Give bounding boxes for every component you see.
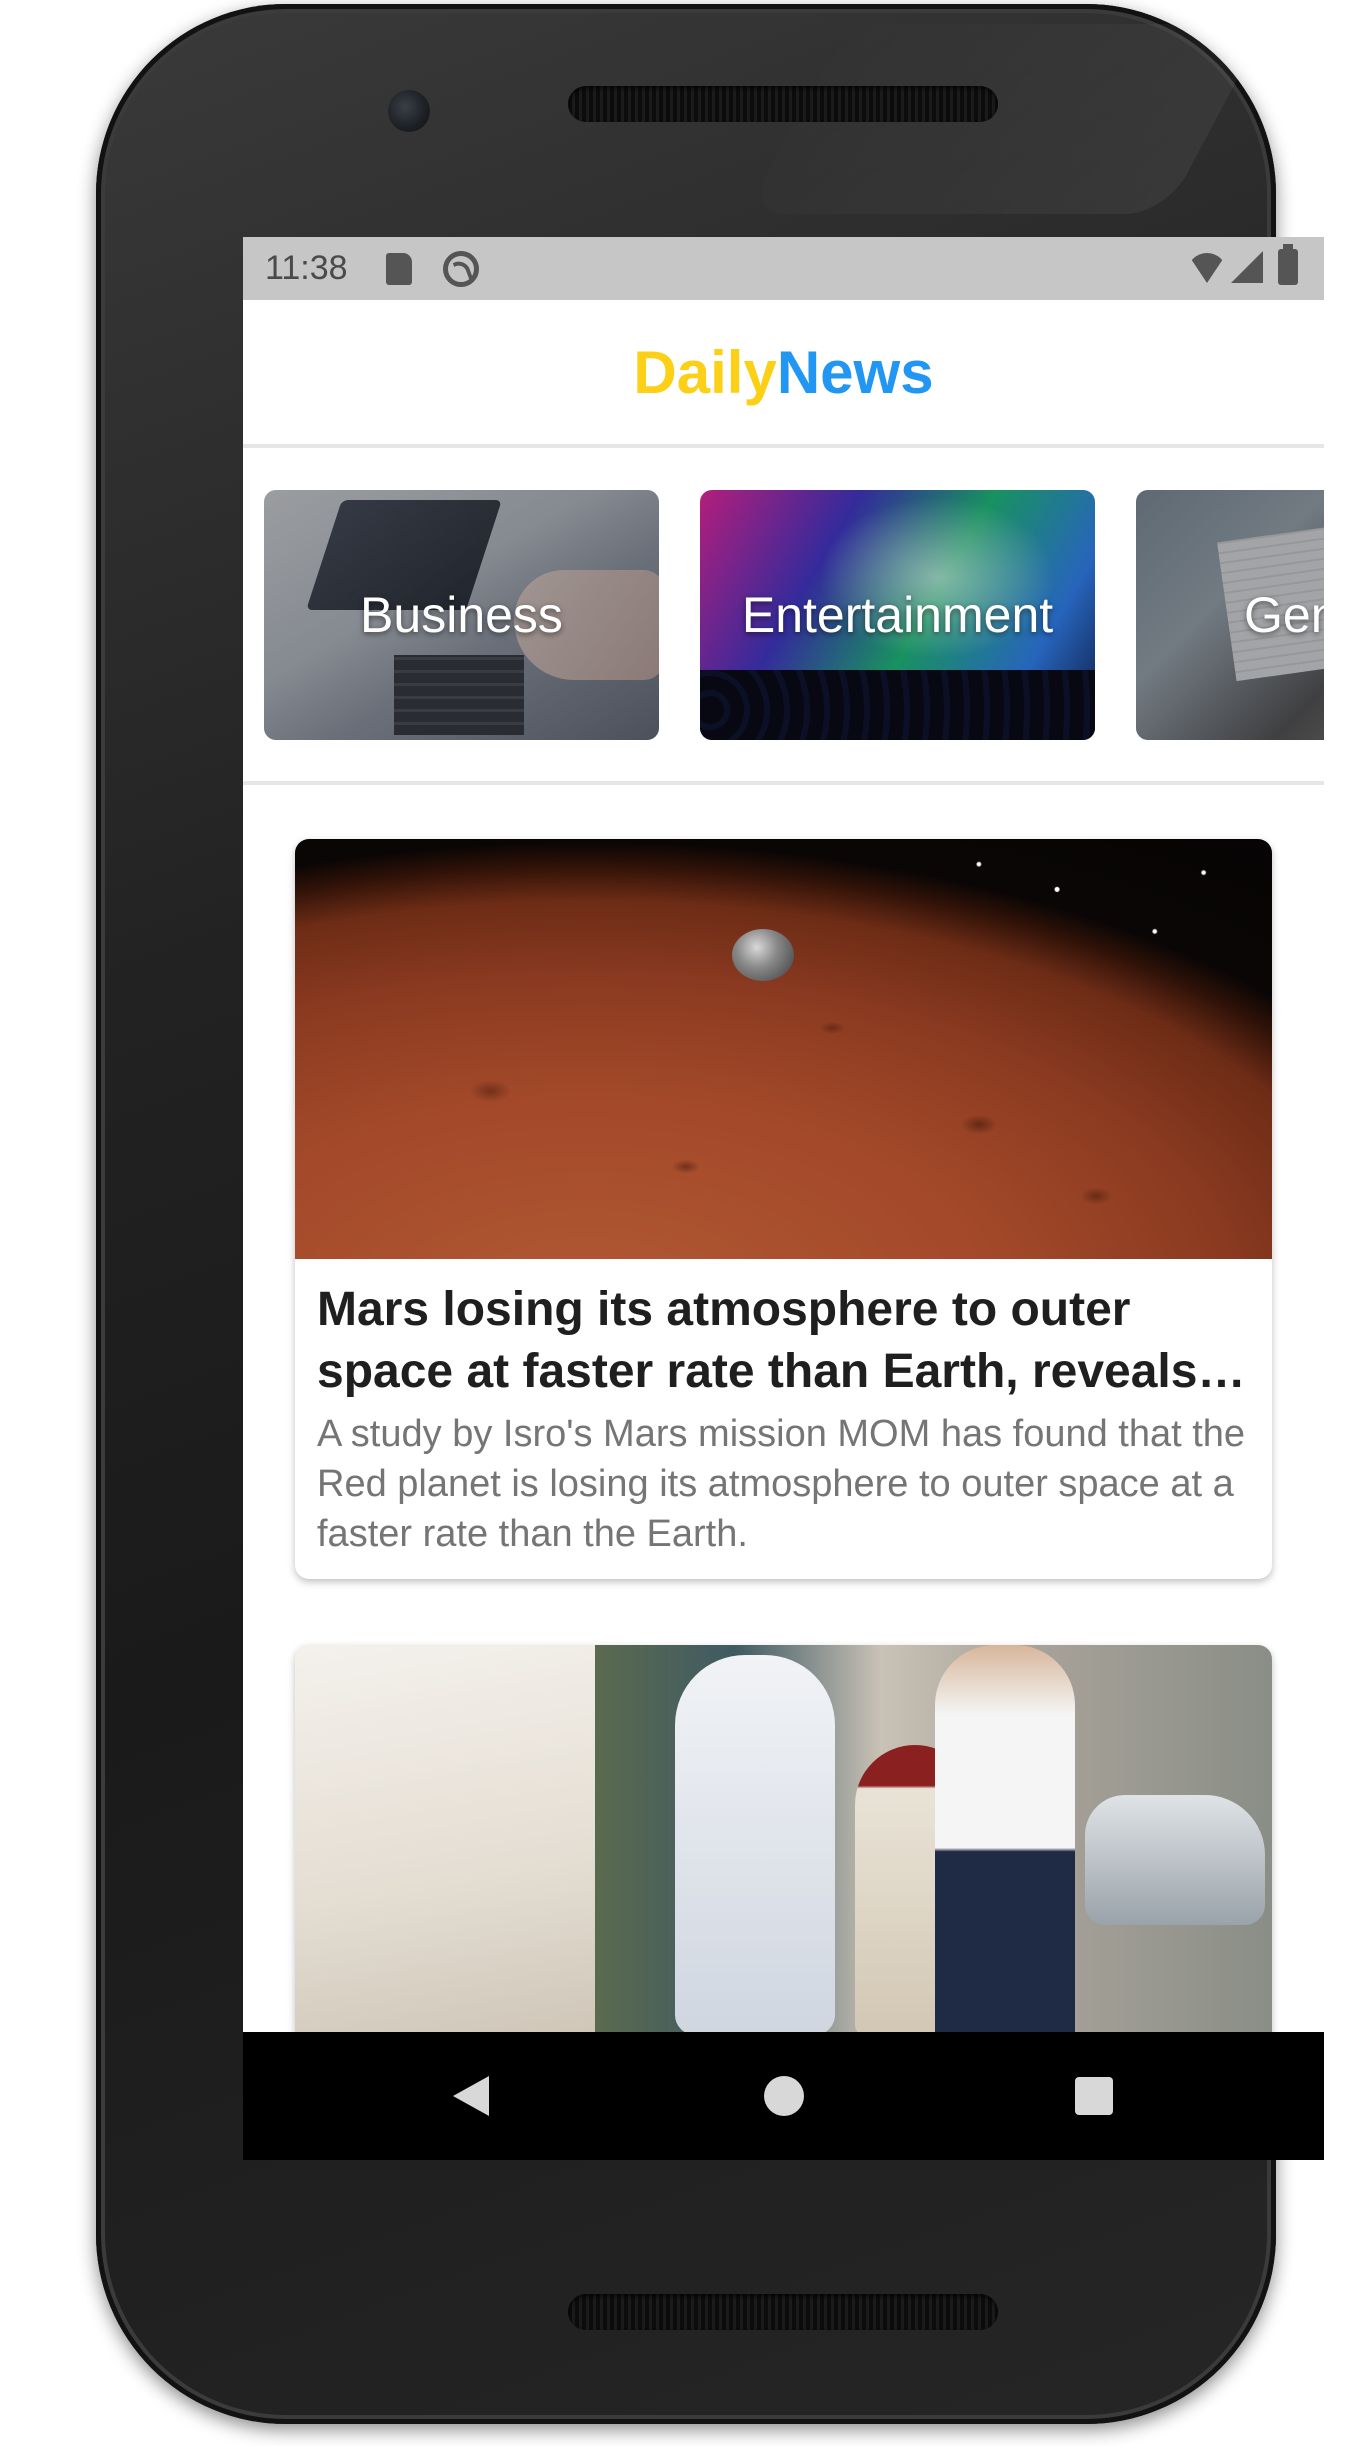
news-image-mars [295, 839, 1272, 1259]
app-title-news: News [776, 338, 934, 406]
app-header: DailyNews [243, 300, 1324, 448]
category-card-general[interactable]: General [1136, 490, 1324, 740]
bottom-speaker [568, 2294, 998, 2330]
category-list[interactable]: Business Entertainment General [243, 452, 1324, 785]
category-card-business[interactable]: Business [264, 490, 659, 740]
news-card[interactable]: Mars losing its atmosphere to outer spac… [295, 839, 1272, 1579]
standing-man [935, 1645, 1075, 2032]
battery-icon [1278, 244, 1298, 285]
phone-frame: 11:38 DailyNews Business Entertainment G… [96, 4, 1324, 2424]
category-label: General [1244, 587, 1324, 643]
back-icon[interactable] [453, 2076, 489, 2116]
screen: 11:38 DailyNews Business Entertainment G… [243, 237, 1324, 2160]
category-label: Business [360, 587, 563, 643]
news-card[interactable] [295, 1645, 1272, 2032]
home-icon[interactable] [764, 2076, 804, 2116]
category-label: Entertainment [741, 587, 1054, 643]
news-title: Mars losing its atmosphere to outer spac… [317, 1283, 1198, 1398]
craters [295, 839, 1272, 1259]
news-feed[interactable]: Mars losing its atmosphere to outer spac… [243, 789, 1324, 2032]
sd-card-icon [386, 253, 412, 285]
recents-icon[interactable] [1075, 2077, 1113, 2115]
navigation-bar [243, 2032, 1324, 2160]
news-description: A study by Isro's Mars mission MOM has f… [317, 1413, 1246, 1555]
front-camera [388, 90, 430, 132]
spacecraft [732, 929, 794, 981]
app-title: DailyNews [633, 338, 933, 407]
app-title-daily: Daily [633, 338, 777, 406]
wifi-icon [1187, 253, 1227, 283]
do-not-disturb-icon [443, 251, 479, 287]
health-worker [675, 1655, 835, 2032]
status-time: 11:38 [265, 249, 348, 287]
status-bar: 11:38 [243, 237, 1324, 300]
testing-banner [295, 1645, 595, 2032]
signal-icon [1231, 251, 1263, 283]
top-speaker [568, 86, 998, 122]
category-card-entertainment[interactable]: Entertainment [700, 490, 1095, 740]
scooter [1085, 1795, 1265, 1925]
news-image-covid-testing [295, 1645, 1272, 2032]
